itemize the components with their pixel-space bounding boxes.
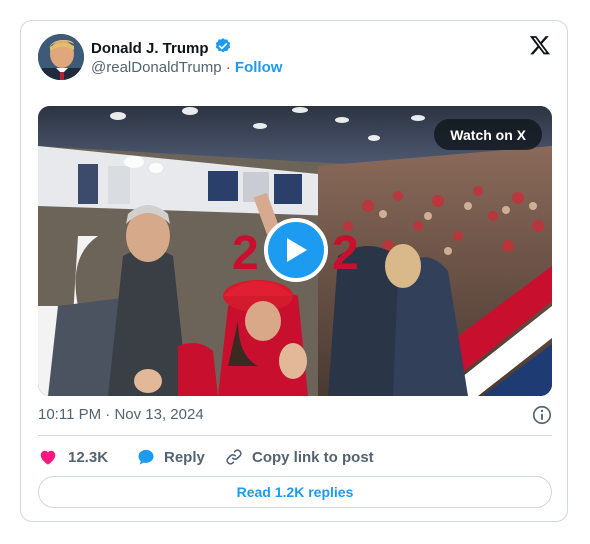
timestamp-separator: · [105,406,111,423]
post-timestamp[interactable]: 10:11 PM · Nov 13, 2024 [38,406,204,423]
video-thumbnail[interactable]: 2 2 Watch on X [38,106,552,396]
handle-separator: · [225,59,231,76]
reply-bubble-icon [138,449,154,465]
like-count: 12.3K [68,448,109,466]
x-logo-icon[interactable] [529,34,551,56]
overlay-digit-left: 2 [232,227,259,280]
author-handle[interactable]: @realDonaldTrump [91,59,222,76]
copy-link-label: Copy link to post [252,448,374,466]
overlay-digit-right: 2 [332,227,359,280]
copy-link-button[interactable]: Copy link to post [224,447,374,467]
heart-icon [40,450,56,465]
embedded-post-card: Donald J. Trump @realDonaldTrump · Follo… [20,20,568,522]
watch-on-x-button[interactable]: Watch on X [434,119,542,150]
post-date: Nov 13, 2024 [114,406,204,423]
author-handle-row: @realDonaldTrump · Follow [91,59,282,76]
reply-label: Reply [164,448,205,466]
info-icon[interactable] [531,404,553,426]
divider [38,435,552,436]
author-name-row: Donald J. Trump [91,37,232,60]
verified-badge-icon [214,37,232,60]
reply-button[interactable]: Reply [136,447,224,467]
play-icon [287,238,307,262]
like-button[interactable]: 12.3K [38,447,136,467]
link-icon [226,449,242,465]
avatar[interactable] [38,34,84,80]
play-button[interactable] [264,218,328,282]
author-name[interactable]: Donald J. Trump [91,40,209,57]
post-time: 10:11 PM [38,406,102,423]
action-bar: 12.3K Reply Copy link to post [38,446,374,468]
follow-link[interactable]: Follow [235,59,283,76]
read-replies-button[interactable]: Read 1.2K replies [38,476,552,508]
